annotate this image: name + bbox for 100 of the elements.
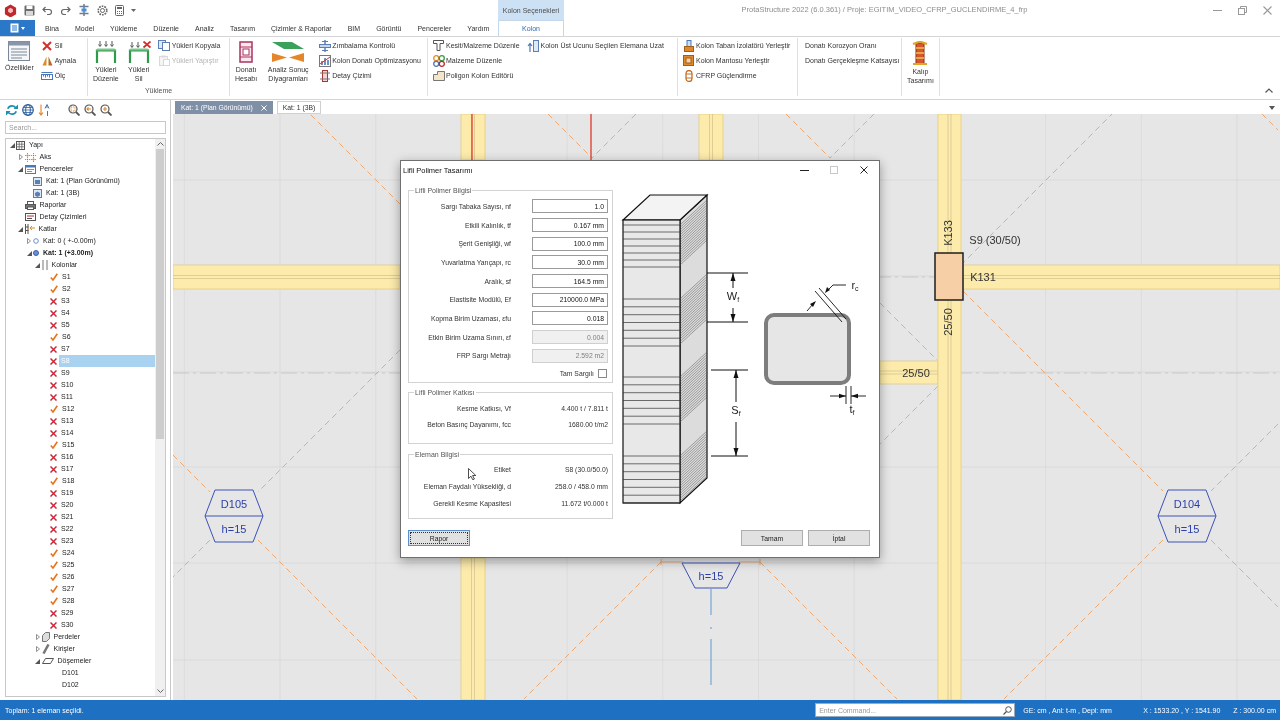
- caret-down-icon[interactable]: [9, 142, 15, 148]
- caret-right-icon[interactable]: [35, 646, 40, 652]
- settings-icon[interactable]: [97, 4, 108, 16]
- caret-down-icon[interactable]: [35, 262, 40, 268]
- wall-icon: [41, 632, 50, 642]
- dropdown-caret-icon[interactable]: [1269, 105, 1275, 110]
- beam: [698, 114, 724, 161]
- beam-label: 25/50: [942, 308, 954, 336]
- dashed-line: [829, 114, 875, 159]
- file-menu-button[interactable]: [0, 20, 35, 36]
- beam: [460, 114, 486, 161]
- chart-icon: [318, 54, 331, 67]
- dropdown-caret-icon[interactable]: [131, 8, 136, 12]
- beam-label: 25/50: [902, 367, 930, 379]
- marker-line: [471, 114, 473, 161]
- jacket-icon: [683, 55, 694, 66]
- slab-icon: [41, 658, 54, 664]
- caret-icon: [21, 26, 25, 30]
- dimension-label: W$_{f}$: [726, 290, 740, 305]
- windows-icon: [24, 164, 36, 174]
- polygon-icon: [432, 70, 445, 81]
- refresh-icon[interactable]: [6, 104, 18, 116]
- ridge-line: [738, 558, 761, 566]
- slab-label: D104: [1173, 498, 1201, 510]
- slab-thickness: h=15: [221, 523, 247, 535]
- cube-tile-icon: [33, 188, 42, 198]
- dashed-line: [591, 114, 637, 159]
- dashed-line: [173, 454, 211, 493]
- extend-icon: [527, 39, 540, 52]
- radius-dimension: [806, 284, 847, 323]
- structure-icon[interactable]: [78, 4, 90, 16]
- detail-drawing-icon: [319, 69, 330, 82]
- axis-grid-icon: [24, 152, 36, 162]
- slab-tag[interactable]: [1157, 489, 1217, 543]
- close-icon[interactable]: [860, 166, 868, 174]
- dashed-line: [1210, 423, 1279, 492]
- calculator-icon[interactable]: [115, 4, 124, 16]
- column-label: S9 (30/50): [969, 234, 1021, 246]
- save-icon[interactable]: [24, 4, 35, 16]
- ruler-icon: [41, 71, 54, 80]
- slab-label: D105: [220, 498, 248, 510]
- slab-tag[interactable]: [204, 489, 264, 543]
- wrap-icon: [684, 69, 693, 82]
- slab-thickness: h=15: [698, 570, 724, 582]
- dashed-line: [173, 539, 211, 578]
- magnifier-icon[interactable]: [100, 104, 112, 116]
- frame-load-delete-icon: [126, 41, 151, 63]
- scrollbar-thumb[interactable]: [156, 149, 164, 439]
- window-tile-icon: [33, 176, 42, 186]
- materials-icon: [432, 54, 445, 67]
- delete-icon: [42, 40, 53, 51]
- drawing-sheet-icon: [24, 213, 36, 221]
- slab-tag[interactable]: [681, 562, 741, 589]
- search-icon[interactable]: [1003, 705, 1013, 715]
- isolator-icon: [683, 39, 694, 52]
- dashed-line: [879, 385, 939, 445]
- paste-icon: [158, 55, 170, 66]
- caret-down-icon[interactable]: [26, 250, 32, 256]
- dimension-label: r$_{c}$: [851, 279, 859, 294]
- undo-icon[interactable]: [42, 5, 53, 15]
- dashed-line: [1210, 539, 1279, 608]
- column-rebar-icon: [239, 41, 254, 63]
- column-icon: [41, 260, 48, 270]
- globe-icon[interactable]: [22, 104, 34, 116]
- copy-icon: [158, 40, 171, 51]
- beam-label: K133: [942, 220, 954, 246]
- dimension-line: [706, 272, 749, 323]
- dimension-label: t$_{f}$: [849, 403, 855, 418]
- magnifier-icon[interactable]: [68, 104, 80, 116]
- caret-right-icon[interactable]: [35, 634, 40, 640]
- diagram-icon: [271, 41, 306, 63]
- punching-icon: [318, 39, 331, 52]
- dashed-line: [1261, 114, 1279, 131]
- caret-down-icon[interactable]: [18, 226, 23, 232]
- marker-line: [590, 114, 592, 161]
- document-icon: [10, 23, 19, 33]
- mirror-icon: [41, 55, 53, 66]
- scroll-up-icon[interactable]: [156, 142, 164, 146]
- grid-icon: [16, 140, 25, 150]
- minimize-icon[interactable]: [799, 169, 809, 171]
- magnifier-icon[interactable]: [84, 104, 96, 116]
- caret-right-icon[interactable]: [27, 238, 31, 244]
- checkbox[interactable]: [598, 369, 607, 379]
- caret-right-icon[interactable]: [18, 154, 23, 160]
- sort-icon[interactable]: [38, 104, 50, 116]
- scrollbar[interactable]: [155, 139, 165, 696]
- beam-icon: [41, 644, 50, 654]
- mouse-cursor-icon: [468, 468, 476, 480]
- dimension-label: S$_{f}$: [731, 404, 741, 419]
- collapse-ribbon-icon[interactable]: [1265, 88, 1273, 93]
- redo-icon[interactable]: [60, 5, 71, 15]
- scroll-down-icon[interactable]: [156, 689, 164, 693]
- thickness-dimension: [829, 385, 867, 405]
- beam-label: K131: [970, 271, 996, 283]
- list-window-icon: [8, 41, 31, 61]
- restore-icon[interactable]: [1238, 5, 1247, 15]
- formwork-icon: [912, 41, 929, 65]
- frame-load-icon: [93, 41, 118, 63]
- column[interactable]: [934, 252, 964, 301]
- ridge-line: [660, 558, 684, 566]
